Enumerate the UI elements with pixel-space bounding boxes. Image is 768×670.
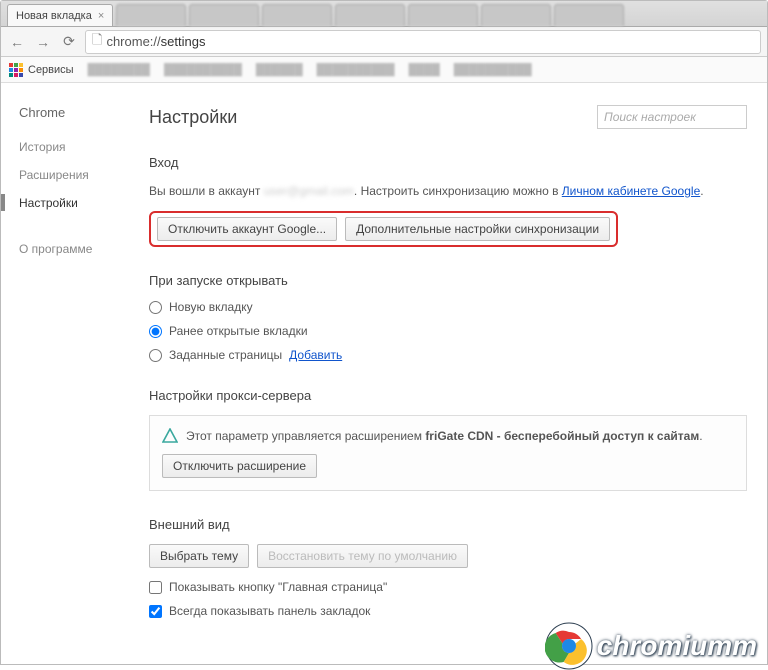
- bookmark-item[interactable]: ████: [409, 64, 440, 76]
- show-bookmarks-bar-checkbox[interactable]: Всегда показывать панель закладок: [149, 604, 747, 618]
- startup-option-specific[interactable]: Заданные страницы Добавить: [149, 348, 747, 362]
- radio-input[interactable]: [149, 301, 162, 314]
- section-startup: При запуске открывать Новую вкладку Ране…: [149, 273, 747, 362]
- apps-label: Сервисы: [28, 64, 74, 76]
- bookmark-item[interactable]: ██████████: [164, 64, 242, 76]
- sidebar-item-history[interactable]: История: [19, 140, 121, 154]
- sidebar: Chrome История Расширения Настройки О пр…: [1, 83, 121, 664]
- checkbox-input[interactable]: [149, 581, 162, 594]
- sidebar-item-settings[interactable]: Настройки: [19, 196, 121, 210]
- nav-toolbar: ← → ⟳ 🗋 chrome://settings: [1, 27, 767, 57]
- watermark: chromiumm: [545, 622, 757, 670]
- show-home-button-checkbox[interactable]: Показывать кнопку "Главная страница": [149, 580, 747, 594]
- close-icon[interactable]: ×: [98, 10, 104, 22]
- page-title: Настройки: [149, 107, 237, 128]
- chrome-logo-icon: [545, 622, 593, 670]
- disable-extension-button[interactable]: Отключить расширение: [162, 454, 317, 478]
- disconnect-account-button[interactable]: Отключить аккаунт Google...: [157, 217, 337, 241]
- proxy-text: Этот параметр управляется расширением fr…: [186, 429, 703, 443]
- sidebar-item-about[interactable]: О программе: [19, 242, 121, 256]
- url-prefix: chrome://: [106, 34, 160, 49]
- section-heading: Вход: [149, 155, 747, 170]
- section-signin: Вход Вы вошли в аккаунт user@gmail.com. …: [149, 155, 747, 247]
- apps-icon: [9, 63, 23, 77]
- signin-description: Вы вошли в аккаунт user@gmail.com. Настр…: [149, 182, 747, 201]
- choose-theme-button[interactable]: Выбрать тему: [149, 544, 249, 568]
- search-settings-input[interactable]: Поиск настроек: [597, 105, 747, 129]
- tab-inactive[interactable]: [116, 4, 186, 26]
- tab-inactive[interactable]: [189, 4, 259, 26]
- startup-option-newtab[interactable]: Новую вкладку: [149, 300, 747, 314]
- proxy-extension-box: Этот параметр управляется расширением fr…: [149, 415, 747, 491]
- section-heading: Настройки прокси-сервера: [149, 388, 747, 403]
- bookmark-item[interactable]: ██████████: [454, 64, 532, 76]
- section-appearance: Внешний вид Выбрать тему Восстановить те…: [149, 517, 747, 618]
- forward-button[interactable]: →: [33, 32, 53, 52]
- tab-inactive[interactable]: [408, 4, 478, 26]
- search-placeholder: Поиск настроек: [604, 110, 696, 124]
- tab-title: Новая вкладка: [16, 10, 92, 22]
- sidebar-title: Chrome: [19, 105, 121, 120]
- section-heading: При запуске открывать: [149, 273, 747, 288]
- startup-option-continue[interactable]: Ранее открытые вкладки: [149, 324, 747, 338]
- bookmark-item[interactable]: ██████████: [317, 64, 395, 76]
- extension-icon: [162, 428, 178, 444]
- advanced-sync-button[interactable]: Дополнительные настройки синхронизации: [345, 217, 610, 241]
- tab-inactive[interactable]: [554, 4, 624, 26]
- url-path: settings: [161, 34, 206, 49]
- section-heading: Внешний вид: [149, 517, 747, 532]
- reset-theme-button: Восстановить тему по умолчанию: [257, 544, 468, 568]
- back-button[interactable]: ←: [7, 32, 27, 52]
- radio-input[interactable]: [149, 325, 162, 338]
- apps-shortcut[interactable]: Сервисы: [9, 63, 74, 77]
- bookmark-item[interactable]: ████████: [88, 64, 150, 76]
- tab-bar: Новая вкладка ×: [1, 1, 767, 27]
- sidebar-item-extensions[interactable]: Расширения: [19, 168, 121, 182]
- watermark-text: chromiumm: [597, 630, 757, 662]
- tab-inactive[interactable]: [335, 4, 405, 26]
- user-email: user@gmail.com: [264, 184, 354, 198]
- reload-button[interactable]: ⟳: [59, 32, 79, 52]
- tab-inactive[interactable]: [481, 4, 551, 26]
- checkbox-input[interactable]: [149, 605, 162, 618]
- address-bar[interactable]: 🗋 chrome://settings: [85, 30, 761, 54]
- tab-inactive[interactable]: [262, 4, 332, 26]
- bookmarks-bar: Сервисы ████████ ██████████ ██████ █████…: [1, 57, 767, 83]
- section-proxy: Настройки прокси-сервера Этот параметр у…: [149, 388, 747, 491]
- highlight-sync-buttons: Отключить аккаунт Google... Дополнительн…: [149, 211, 618, 247]
- page-icon: 🗋: [92, 31, 102, 53]
- radio-input[interactable]: [149, 349, 162, 362]
- add-pages-link[interactable]: Добавить: [289, 348, 342, 362]
- bookmark-item[interactable]: ██████: [256, 64, 303, 76]
- tab-active[interactable]: Новая вкладка ×: [7, 4, 113, 26]
- google-account-link[interactable]: Личном кабинете Google: [562, 184, 700, 198]
